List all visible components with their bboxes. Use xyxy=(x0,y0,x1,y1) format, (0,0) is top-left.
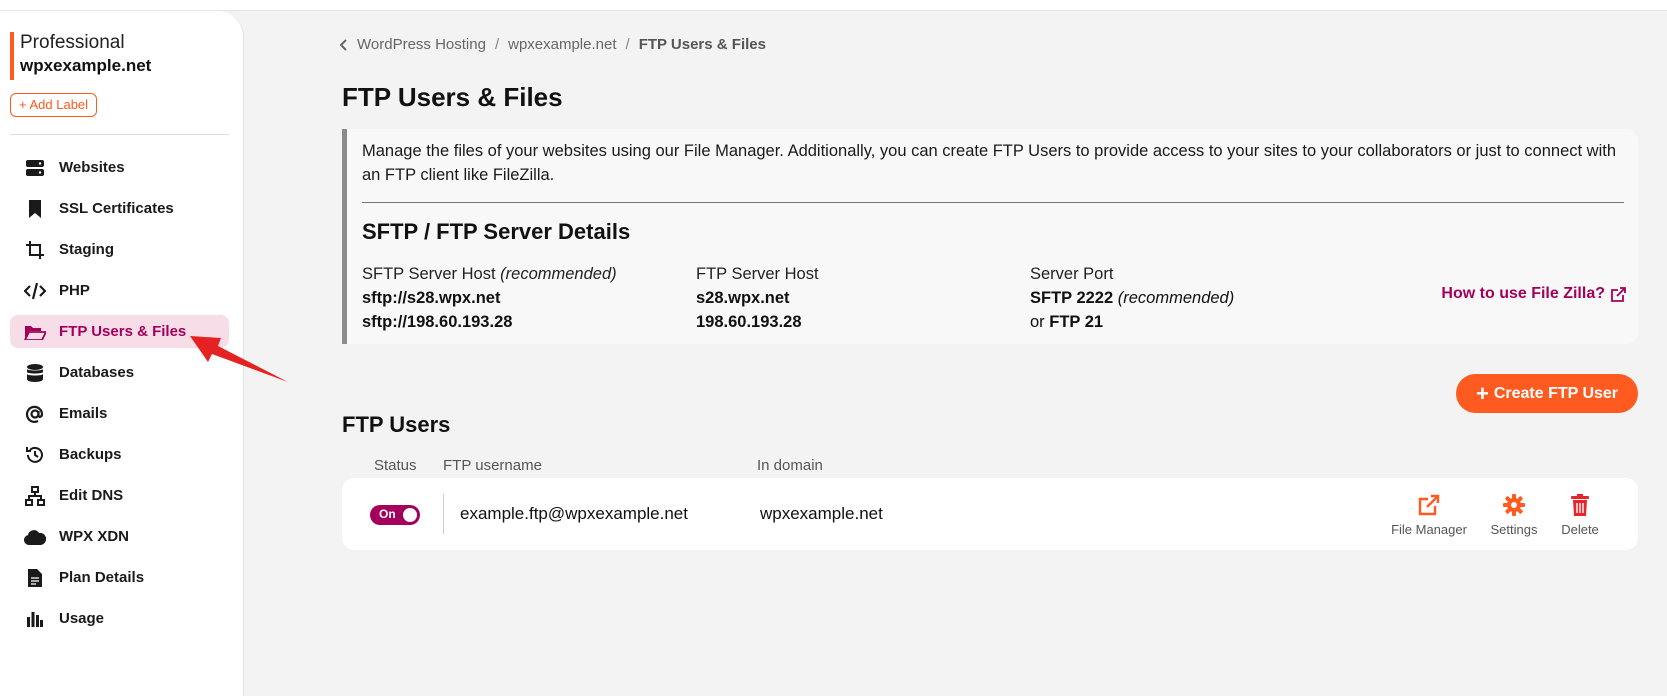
plan-domain: wpxexample.net xyxy=(20,56,152,75)
sidebar-item-label: Plan Details xyxy=(59,569,145,586)
sidebar-item-label: WPX XDN xyxy=(59,528,130,545)
plus-icon: + xyxy=(1475,380,1489,406)
chevron-left-icon[interactable] xyxy=(340,38,348,51)
server-details-card: Manage the files of your websites using … xyxy=(342,129,1638,344)
ftp-host-value: s28.wpx.net xyxy=(696,289,790,307)
ftp-host-column: FTP Server Host s28.wpx.net 198.60.193.2… xyxy=(696,262,819,334)
sidebar-item-websites[interactable]: Websites xyxy=(10,151,229,184)
breadcrumb-separator: / xyxy=(494,36,500,53)
sidebar-item-label: Staging xyxy=(59,241,114,258)
filezilla-help-link[interactable]: How to use File Zilla? xyxy=(1441,285,1626,303)
breadcrumb-link-wordpress-hosting[interactable]: WordPress Hosting xyxy=(357,36,486,53)
document-icon xyxy=(24,567,46,589)
create-ftp-user-button[interactable]: + Create FTP User xyxy=(1456,374,1638,413)
trash-icon xyxy=(1535,492,1625,518)
red-arrow-annotation xyxy=(190,336,288,382)
server-details-heading: SFTP / FTP Server Details xyxy=(362,219,631,244)
sftp-host-column: SFTP Server Host (recommended) sftp://s2… xyxy=(362,262,617,334)
status-toggle-label: On xyxy=(379,507,396,521)
filezilla-help-label: How to use File Zilla? xyxy=(1441,285,1605,302)
server-icon xyxy=(24,157,46,179)
at-icon xyxy=(24,403,46,425)
file-manager-label: File Manager xyxy=(1391,522,1467,537)
database-icon xyxy=(24,362,46,384)
sidebar-item-label: Edit DNS xyxy=(59,487,124,504)
ftp-host-ip: 198.60.193.28 xyxy=(696,313,802,331)
info-description: Manage the files of your websites using … xyxy=(362,142,1617,184)
row-divider xyxy=(443,494,444,534)
breadcrumb: WordPress Hosting / wpxexample.net / FTP… xyxy=(340,36,766,53)
history-icon xyxy=(24,444,46,466)
column-header-status: Status xyxy=(374,457,417,474)
plan-info: Professional wpxexample.net xyxy=(10,32,151,80)
create-ftp-user-label: Create FTP User xyxy=(1493,384,1619,402)
sidebar-item-emails[interactable]: Emails xyxy=(10,397,229,430)
sidebar-item-label: Usage xyxy=(59,610,105,627)
cloud-icon xyxy=(24,526,46,548)
bookmark-icon xyxy=(24,198,46,220)
plan-name: Professional xyxy=(20,32,125,53)
code-icon xyxy=(24,280,46,302)
network-icon xyxy=(24,485,46,507)
sidebar-item-edit-dns[interactable]: Edit DNS xyxy=(10,479,229,512)
sftp-host-label: SFTP Server Host xyxy=(362,265,496,283)
page-title: FTP Users & Files xyxy=(342,82,563,112)
toggle-knob xyxy=(403,508,417,522)
sidebar-item-label: Websites xyxy=(59,159,125,176)
ftp-users-heading: FTP Users xyxy=(342,412,451,437)
sftp-port-note: (recommended) xyxy=(1117,289,1235,307)
status-toggle[interactable]: On xyxy=(370,505,420,525)
sftp-host-ip: sftp://198.60.193.28 xyxy=(362,313,513,331)
sidebar-item-usage[interactable]: Usage xyxy=(10,602,229,635)
staging-icon xyxy=(24,239,46,261)
sidebar-item-label: Backups xyxy=(59,446,122,463)
breadcrumb-separator: / xyxy=(625,36,630,53)
add-label-button[interactable]: + Add Label xyxy=(10,93,98,117)
sidebar-item-backups[interactable]: Backups xyxy=(10,438,229,471)
port-or: or xyxy=(1030,313,1045,331)
server-port-label: Server Port xyxy=(1030,265,1114,283)
info-divider xyxy=(362,202,1624,203)
sidebar-item-ssl-certificates[interactable]: SSL Certificates xyxy=(10,192,229,225)
sftp-host-value: sftp://s28.wpx.net xyxy=(362,289,501,307)
sidebar-item-label: Databases xyxy=(59,364,135,381)
sidebar-item-php[interactable]: PHP xyxy=(10,274,229,307)
external-link-icon xyxy=(1384,492,1474,518)
external-link-icon xyxy=(1611,286,1626,302)
sidebar-item-label: FTP Users & Files xyxy=(59,323,187,340)
sftp-port: SFTP 2222 xyxy=(1030,289,1114,307)
ftp-username: example.ftp@wpxexample.net xyxy=(460,504,688,523)
sidebar-item-label: SSL Certificates xyxy=(59,200,174,217)
breadcrumb-link-domain[interactable]: wpxexample.net xyxy=(508,36,616,53)
ftp-host-label: FTP Server Host xyxy=(696,265,819,283)
folder-open-icon xyxy=(24,321,46,343)
sidebar-item-staging[interactable]: Staging xyxy=(10,233,229,266)
column-header-username: FTP username xyxy=(443,457,542,474)
column-header-domain: In domain xyxy=(757,457,823,474)
delete-label: Delete xyxy=(1561,522,1599,537)
bar-chart-icon xyxy=(24,608,46,630)
sidebar-item-label: Emails xyxy=(59,405,108,422)
breadcrumb-current: FTP Users & Files xyxy=(638,36,766,53)
ftp-domain: wpxexample.net xyxy=(760,504,883,523)
top-bar xyxy=(0,0,1667,11)
sidebar-item-plan-details[interactable]: Plan Details xyxy=(10,561,229,594)
sftp-host-note: (recommended) xyxy=(500,265,617,283)
table-row: On example.ftp@wpxexample.net wpxexample… xyxy=(342,478,1638,550)
sidebar-divider xyxy=(10,134,229,135)
sidebar-item-label: PHP xyxy=(59,282,90,299)
sidebar-nav: Websites SSL Certificates Staging PHP FT… xyxy=(10,151,229,643)
ftp-port: FTP 21 xyxy=(1049,313,1104,331)
server-port-column: Server Port SFTP 2222 (recommended) or F… xyxy=(1030,262,1234,334)
file-manager-button[interactable]: File Manager xyxy=(1384,492,1474,537)
delete-button[interactable]: Delete xyxy=(1535,492,1625,537)
sidebar-item-wpx-xdn[interactable]: WPX XDN xyxy=(10,520,229,553)
